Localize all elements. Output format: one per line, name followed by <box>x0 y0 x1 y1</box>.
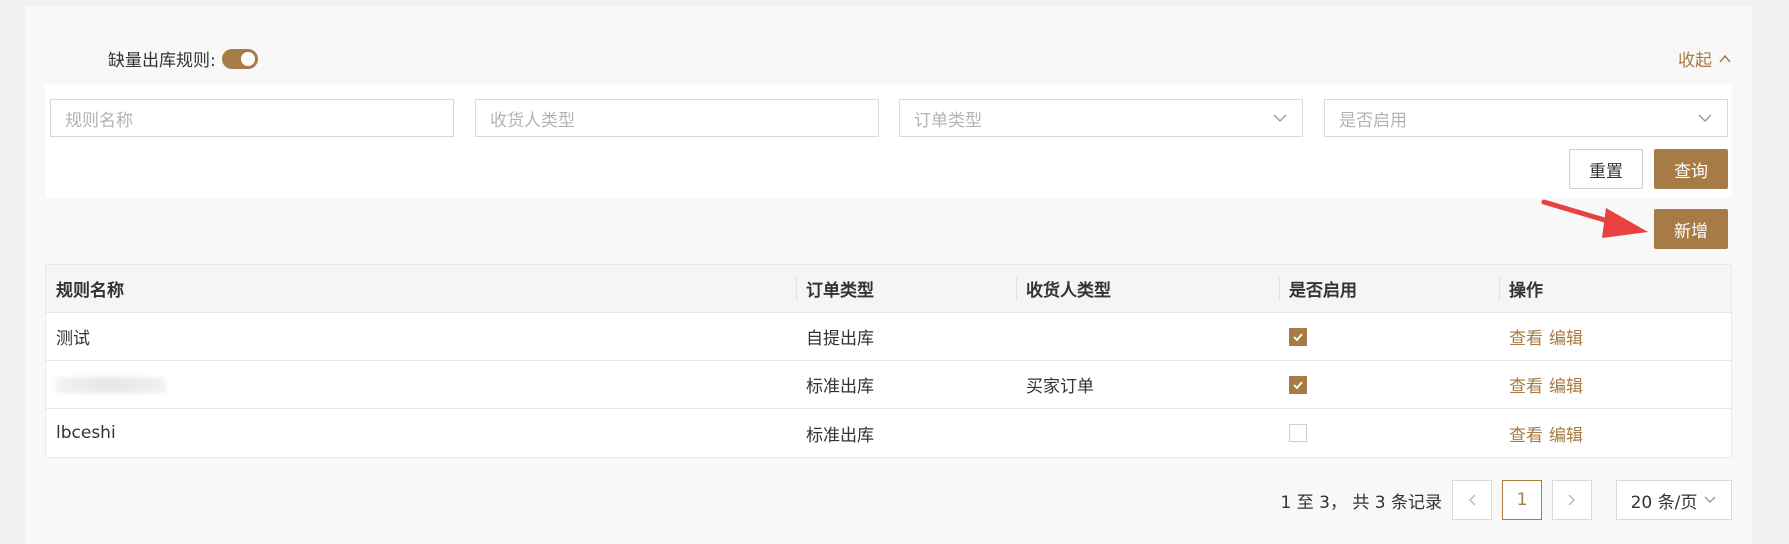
enabled-checkbox[interactable] <box>1289 424 1307 442</box>
shortage-rule-toggle[interactable] <box>221 48 258 69</box>
page-button[interactable]: 1 <box>1502 480 1542 520</box>
cell-consignee-type: 买家订单 <box>1026 377 1094 397</box>
annotation-arrow-icon <box>1541 199 1648 238</box>
check-icon <box>1293 332 1303 341</box>
chevron-left-icon <box>1468 494 1476 506</box>
next-page-button[interactable] <box>1552 480 1592 520</box>
header-rule-name: 规则名称 <box>56 281 124 301</box>
cell-consignee-type <box>1016 313 1279 360</box>
collapse-label: 收起 <box>1678 51 1712 71</box>
cell-rule-name <box>46 361 796 408</box>
cell-rule-name: 测试 <box>56 329 90 349</box>
cell-order-type: 标准出库 <box>806 425 874 446</box>
pagination: 1 至 3， 共 3 条记录 1 20 条/页 <box>1281 480 1732 520</box>
query-button[interactable]: 查询 <box>1654 149 1728 189</box>
rule-name-placeholder: 规则名称 <box>65 110 133 131</box>
current-page: 1 <box>1516 490 1528 510</box>
prev-page-button[interactable] <box>1452 480 1492 520</box>
cell-actions: 查看 编辑 <box>1499 313 1731 360</box>
header-order-type: 订单类型 <box>796 265 1016 312</box>
redacted-text <box>56 376 166 393</box>
view-link[interactable]: 查看 <box>1509 324 1543 349</box>
check-icon <box>1293 380 1303 389</box>
query-label: 查询 <box>1674 161 1708 182</box>
cell-consignee-type <box>1016 409 1279 457</box>
enabled-placeholder: 是否启用 <box>1339 110 1407 131</box>
order-type-select[interactable]: 订单类型 <box>899 99 1303 137</box>
filter-box: 规则名称 收货人类型 订单类型 是否启用 重置 查询 <box>45 84 1732 198</box>
add-button[interactable]: 新增 <box>1654 209 1728 249</box>
chevron-down-icon <box>1704 496 1716 503</box>
reset-button[interactable]: 重置 <box>1569 149 1643 189</box>
chevron-down-icon <box>1698 114 1712 122</box>
toggle-knob <box>240 51 255 66</box>
header-consignee-type: 收货人类型 <box>1016 265 1279 312</box>
cell-actions: 查看 编辑 <box>1499 409 1731 457</box>
cell-actions: 查看 编辑 <box>1499 361 1731 408</box>
shortage-rule-label: 缺量出库规则: <box>108 51 216 71</box>
header-actions: 操作 <box>1499 265 1731 312</box>
rules-table: 规则名称 订单类型 收货人类型 是否启用 操作 测试 自提出库 查看 编辑 标准… <box>45 264 1732 458</box>
edit-link[interactable]: 编辑 <box>1549 324 1583 349</box>
cell-order-type: 标准出库 <box>806 377 874 397</box>
enabled-select[interactable]: 是否启用 <box>1324 99 1728 137</box>
order-type-placeholder: 订单类型 <box>914 110 982 131</box>
cell-enabled <box>1279 313 1499 360</box>
edit-link[interactable]: 编辑 <box>1549 372 1583 397</box>
consignee-type-input[interactable]: 收货人类型 <box>475 99 879 137</box>
cell-order-type: 自提出库 <box>806 329 874 349</box>
edit-link[interactable]: 编辑 <box>1549 421 1583 446</box>
view-link[interactable]: 查看 <box>1509 421 1543 446</box>
table-row: 测试 自提出库 查看 编辑 <box>46 313 1731 361</box>
cell-enabled <box>1279 361 1499 408</box>
page-size-label: 20 条/页 <box>1630 492 1698 513</box>
page-size-select[interactable]: 20 条/页 <box>1616 480 1732 520</box>
shortage-rule-toggle-row: 缺量出库规则: <box>108 46 258 71</box>
chevron-up-icon <box>1719 54 1731 62</box>
chevron-right-icon <box>1568 494 1576 506</box>
table-header: 规则名称 订单类型 收货人类型 是否启用 操作 <box>46 265 1731 313</box>
enabled-checkbox[interactable] <box>1289 327 1307 346</box>
consignee-type-placeholder: 收货人类型 <box>490 110 575 131</box>
table-row: 标准出库 买家订单 查看 编辑 <box>46 361 1731 409</box>
table-row: lbceshi 标准出库 查看 编辑 <box>46 409 1731 457</box>
rule-name-input[interactable]: 规则名称 <box>50 99 454 137</box>
add-label: 新增 <box>1674 221 1708 242</box>
pagination-summary: 1 至 3， 共 3 条记录 <box>1280 492 1442 513</box>
collapse-link[interactable]: 收起 <box>1678 46 1732 71</box>
chevron-down-icon <box>1273 114 1287 122</box>
enabled-checkbox[interactable] <box>1289 375 1307 394</box>
header-enabled: 是否启用 <box>1279 265 1499 312</box>
view-link[interactable]: 查看 <box>1509 372 1543 397</box>
cell-enabled <box>1279 409 1499 457</box>
cell-rule-name: lbceshi <box>56 423 116 443</box>
reset-label: 重置 <box>1589 161 1623 182</box>
